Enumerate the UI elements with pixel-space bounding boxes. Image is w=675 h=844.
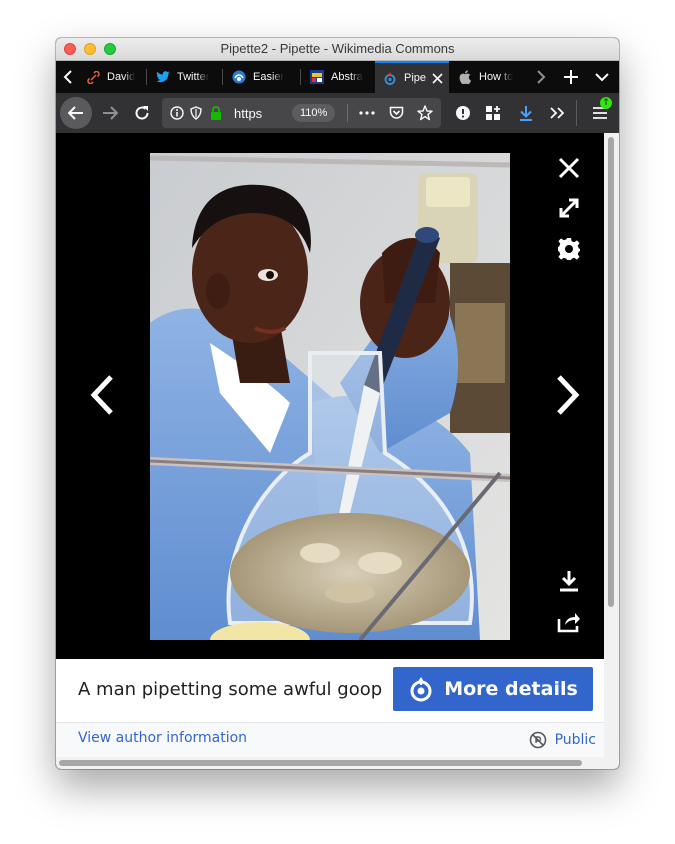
public-domain-icon: [529, 731, 547, 749]
zoom-indicator[interactable]: 110%: [292, 104, 336, 122]
close-icon: [432, 73, 443, 84]
navigation-toolbar: https 110% ↑: [56, 93, 619, 133]
bookmark-star-icon[interactable]: [417, 98, 433, 128]
list-all-tabs-button[interactable]: [588, 61, 616, 93]
tab-bar: David Twitter Easier Abstra Pipe How to: [56, 61, 619, 93]
tracking-shield-icon[interactable]: [190, 98, 202, 128]
title-bar: Pipette2 - Pipette - Wikimedia Commons: [56, 38, 619, 61]
plus-icon: [564, 70, 578, 84]
tab-scroll-left-button[interactable]: [56, 61, 80, 93]
fullscreen-button[interactable]: [554, 193, 584, 223]
share-button[interactable]: [554, 607, 584, 637]
new-tab-button[interactable]: [557, 61, 585, 93]
tab-close-button[interactable]: [432, 71, 443, 88]
tab-easier[interactable]: Easier: [224, 61, 298, 93]
close-viewer-button[interactable]: [554, 153, 584, 183]
link-icon: [86, 70, 100, 84]
globe-icon: [232, 70, 246, 84]
lab-photo: [150, 153, 510, 640]
author-info-link[interactable]: View author information: [78, 730, 247, 746]
chevron-right-icon: [537, 70, 546, 84]
grid-plus-icon: [486, 106, 500, 120]
apple-icon: [458, 70, 472, 84]
reload-icon: [135, 106, 149, 120]
twitter-icon: [156, 70, 170, 84]
commons-logo-icon: [408, 676, 434, 702]
url-bar[interactable]: https 110%: [162, 98, 441, 128]
vertical-scrollbar[interactable]: [604, 133, 619, 769]
forward-button[interactable]: [96, 97, 124, 129]
info-icon[interactable]: [170, 98, 184, 128]
browser-window: Pipette2 - Pipette - Wikimedia Commons D…: [56, 38, 619, 769]
back-button[interactable]: [60, 97, 92, 129]
downloads-button[interactable]: [515, 97, 537, 129]
page-actions-icon[interactable]: [359, 98, 375, 128]
download-arrow-icon: [520, 106, 532, 121]
lock-icon[interactable]: [210, 98, 222, 128]
chevron-down-icon: [595, 72, 609, 81]
horizontal-scrollbar[interactable]: [56, 757, 604, 769]
share-icon: [557, 613, 580, 633]
download-icon: [560, 571, 578, 592]
image-caption: A man pipetting some awful goop: [78, 679, 383, 700]
tab-how-to[interactable]: How to: [450, 61, 520, 93]
download-button[interactable]: [554, 566, 584, 596]
extension-button[interactable]: [452, 97, 474, 129]
chevron-left-icon: [63, 70, 72, 84]
media-viewer: [56, 133, 604, 659]
chevron-left-icon: [90, 375, 113, 415]
license-label: Public: [554, 732, 596, 748]
more-details-label: More details: [444, 678, 578, 700]
tab-twitter[interactable]: Twitter: [148, 61, 220, 93]
url-text: https: [234, 105, 263, 121]
pocket-icon[interactable]: [389, 98, 404, 128]
window-title: Pipette2 - Pipette - Wikimedia Commons: [220, 41, 455, 56]
wikimedia-icon: [383, 71, 397, 85]
container-button[interactable]: [482, 97, 504, 129]
tab-pipette2[interactable]: Pipette2: [375, 61, 449, 93]
tab-abstra[interactable]: Abstra: [302, 61, 374, 93]
arrow-left-icon: [68, 106, 83, 120]
arrow-right-icon: [103, 106, 118, 120]
license-link[interactable]: Public: [529, 731, 596, 749]
gear-icon: [558, 238, 580, 260]
next-image-button[interactable]: [546, 373, 590, 417]
overflow-menu-button[interactable]: [546, 97, 568, 129]
tab-david[interactable]: David: [78, 61, 144, 93]
info-bar: View author information Public: [56, 722, 604, 758]
update-badge-icon: ↑: [600, 97, 612, 109]
settings-button[interactable]: [554, 234, 584, 264]
more-details-button[interactable]: More details: [393, 667, 593, 711]
expand-icon: [559, 198, 579, 218]
chevron-right-icon: [557, 375, 580, 415]
reload-button[interactable]: [128, 97, 156, 129]
double-chevron-right-icon: [550, 107, 564, 119]
app-icon: [310, 70, 324, 84]
alert-circle-icon: [456, 106, 470, 120]
close-icon: [558, 157, 580, 179]
tab-scroll-right-button[interactable]: [527, 61, 555, 93]
caption-bar: A man pipetting some awful goop More det…: [56, 659, 604, 722]
previous-image-button[interactable]: [80, 373, 124, 417]
